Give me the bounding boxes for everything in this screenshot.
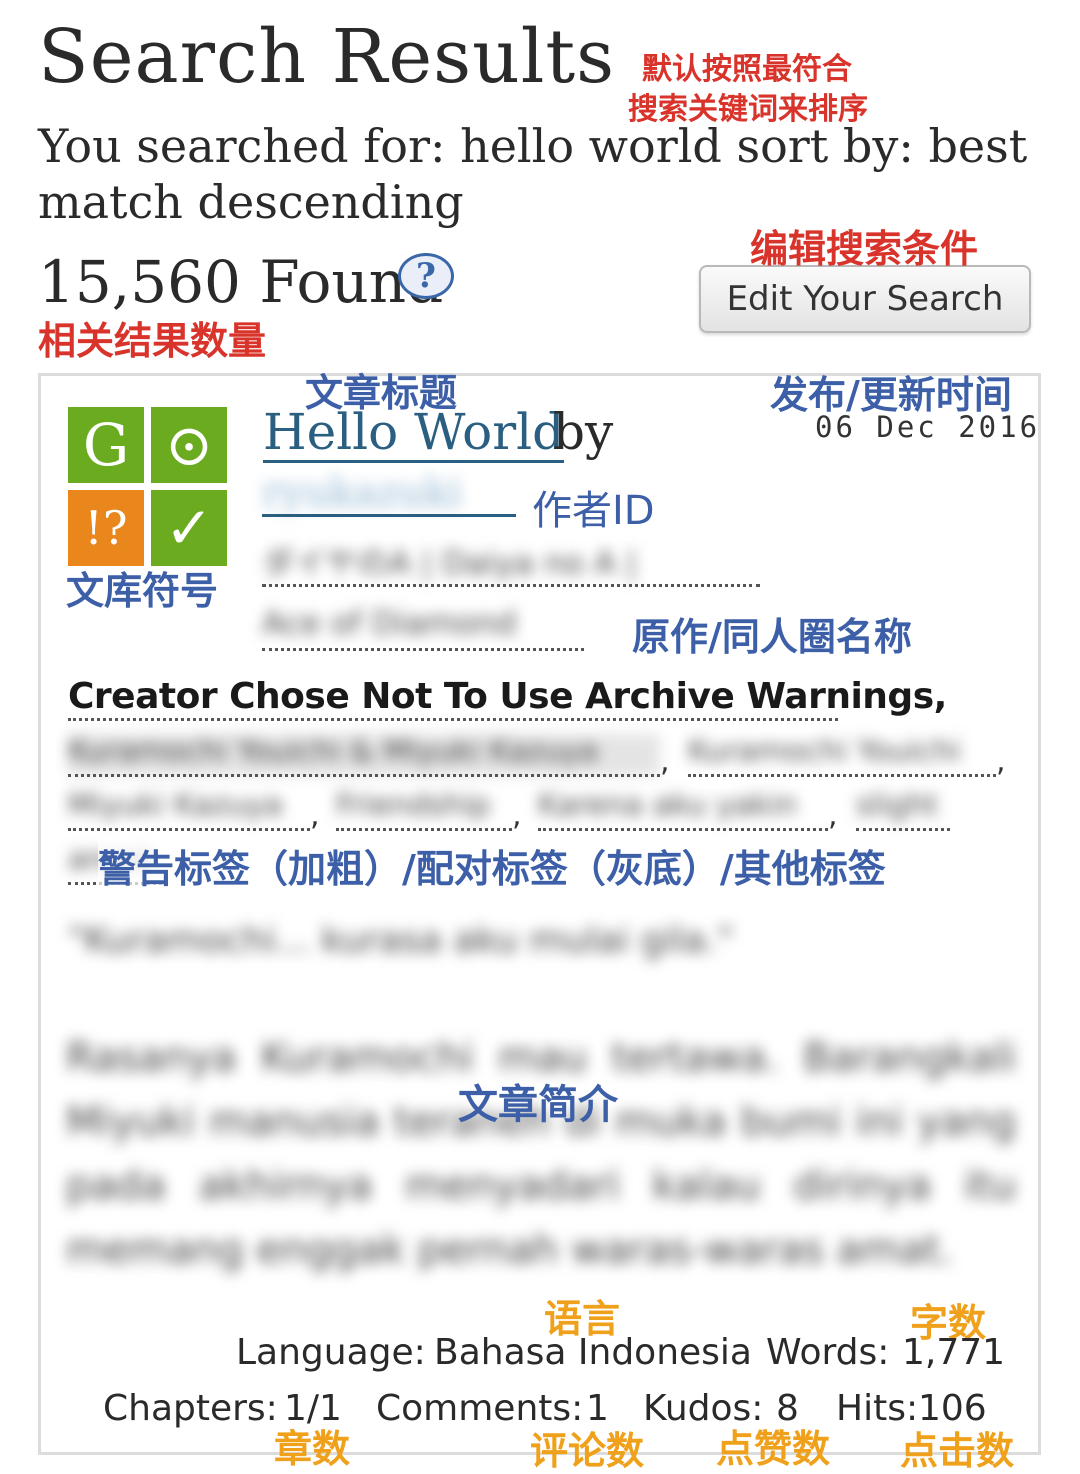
tag-underline [336,828,512,831]
warning-symbol-icon[interactable]: !? [68,490,144,566]
annotation-summary-note: 文章简介 [458,1082,618,1128]
fandom-link[interactable]: ダイヤのA | Daiya no A | [262,538,760,584]
annotation-sort-note-1: 默认按照最符合 [642,52,852,87]
character-tag-link[interactable]: Kuramochi Youichi [688,734,998,776]
annotation-comments-note: 评论数 [530,1429,645,1473]
published-date: 06 Dec 2016 [815,410,1041,444]
tag-separator: , [512,798,522,833]
annotation-edit-note: 编辑搜索条件 [750,227,979,271]
author-link[interactable]: ryukazuki [262,470,517,516]
annotation-count-note: 相关结果数量 [38,319,267,363]
warning-tag-link[interactable]: Creator Chose Not To Use Archive Warning… [68,676,947,717]
chapters-label: Chapters: [103,1388,278,1429]
complete-symbol-icon[interactable]: ✓ [151,490,227,566]
tag-underline [68,828,310,831]
work-by-text: by [553,403,614,461]
annotation-hits-note: 点击数 [900,1429,1015,1473]
words-value: 1,771 [902,1332,1006,1373]
tag-separator: , [660,744,670,779]
tag-separator: , [828,798,838,833]
help-icon[interactable]: ? [398,253,454,299]
annotation-chapters-note: 章数 [274,1427,351,1471]
annotation-author-note: 作者ID [532,488,655,534]
language-value: Bahasa Indonesia [434,1332,752,1373]
rating-symbol-icon[interactable]: G [68,407,144,483]
freeform-tag-link[interactable]: Karena aku yakin [538,788,828,830]
search-summary: You searched for: hello world sort by: b… [38,119,1028,229]
character-tag-link[interactable]: Miyuki Kazuya [68,788,310,830]
tag-underline [538,828,828,831]
annotation-kudos-note: 点赞数 [716,1427,831,1471]
tag-separator: , [310,798,320,833]
tag-underline [68,774,660,777]
fandom-link[interactable]: Ace of Diamond [262,604,592,650]
edit-search-button[interactable]: Edit Your Search [699,265,1031,333]
author-underline [262,514,516,517]
words-label: Words: [766,1332,890,1373]
annotation-symbols-note: 文库符号 [66,569,219,613]
summary-quote: "Kuramochi... kurasa aku mulai gila." [68,920,734,961]
work-title-link[interactable]: Hello World [263,404,565,463]
fandom-underline [262,584,760,587]
results-count: 15,560 Found [38,248,444,316]
page-title: Search Results [38,14,616,100]
work-summary: Rasanya Kuramochi mau tertawa. Barangkal… [66,1035,1016,1273]
tag-underline [856,828,950,831]
warning-tag-underline [68,718,838,721]
relationship-tag-link[interactable]: Kuramochi Youichi & Miyuki Kazuya [68,734,660,776]
fandom-underline [262,648,584,651]
tag-underline [688,774,996,777]
annotation-fandom-note: 原作/同人圈名称 [632,615,912,659]
freeform-tag-link[interactable]: Friendship [336,788,512,830]
annotation-tags-note: 警告标签（加粗）/配对标签（灰底）/其他标签 [98,838,886,893]
language-label: Language: [236,1332,426,1373]
tag-separator: , [996,744,1006,779]
category-symbol-icon[interactable]: ⊙ [151,407,227,483]
freeform-tag-link[interactable]: slight [856,788,950,830]
annotation-sort-note-2: 搜索关键词来排序 [628,92,868,127]
